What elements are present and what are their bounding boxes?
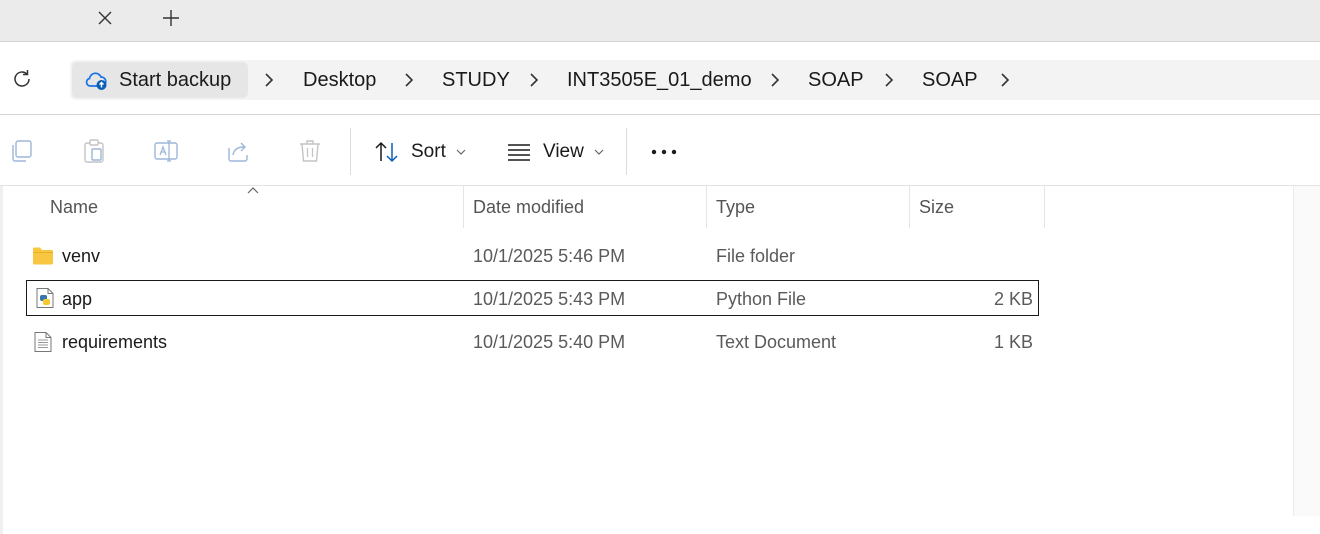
view-label: View	[543, 141, 584, 162]
python-file-icon	[36, 288, 54, 308]
file-size: 2 KB	[993, 288, 1033, 309]
start-backup-label: Start backup	[119, 68, 232, 91]
file-type: File folder	[716, 245, 796, 266]
breadcrumb-soap-1[interactable]: SOAP	[808, 60, 864, 100]
file-date: 10/1/2025 5:43 PM	[473, 288, 626, 309]
paste-icon[interactable]	[81, 138, 107, 164]
breadcrumb[interactable]: Start backup Desktop STUDY INT3505E_01_d…	[70, 60, 1320, 100]
chevron-right-icon[interactable]	[768, 72, 782, 88]
column-header-type[interactable]: Type	[716, 186, 755, 228]
file-size: 1 KB	[993, 331, 1033, 352]
file-type: Python File	[716, 288, 807, 309]
file-name: app	[62, 288, 93, 309]
chevron-right-icon[interactable]	[402, 72, 416, 88]
rename-icon[interactable]	[153, 138, 179, 164]
address-bar-row: Start backup Desktop STUDY INT3505E_01_d…	[0, 42, 1320, 115]
pane-left-edge	[0, 186, 3, 534]
sort-icon	[375, 141, 398, 163]
text-file-icon	[34, 332, 52, 352]
command-bar: Sort View	[0, 116, 1320, 186]
sort-ascending-icon	[247, 187, 259, 194]
chevron-right-icon[interactable]	[882, 72, 896, 88]
close-icon[interactable]	[92, 4, 118, 32]
file-date: 10/1/2025 5:46 PM	[473, 245, 626, 266]
file-row-venv[interactable]: venv 10/1/2025 5:46 PM File folder	[26, 238, 1039, 274]
file-date: 10/1/2025 5:40 PM	[473, 331, 626, 352]
tab-strip	[0, 0, 1320, 42]
chevron-down-icon	[456, 149, 466, 155]
sort-button[interactable]: Sort	[374, 136, 466, 168]
file-row-requirements[interactable]: requirements 10/1/2025 5:40 PM Text Docu…	[26, 324, 1039, 360]
column-header-row: Name Date modified Type Size	[0, 186, 1045, 228]
view-button[interactable]: View	[506, 136, 604, 168]
toolbar-separator	[626, 128, 627, 175]
breadcrumb-study[interactable]: STUDY	[442, 60, 510, 100]
view-icon	[508, 144, 530, 161]
file-type: Text Document	[716, 331, 837, 352]
file-list-pane: Name Date modified Type Size venv 10/1/2…	[0, 186, 1320, 534]
breadcrumb-desktop[interactable]: Desktop	[303, 60, 376, 100]
column-divider[interactable]	[909, 186, 910, 228]
column-header-date[interactable]: Date modified	[473, 186, 584, 228]
file-name: requirements	[62, 331, 168, 352]
column-header-size[interactable]: Size	[919, 186, 954, 228]
column-divider[interactable]	[706, 186, 707, 228]
column-divider[interactable]	[463, 186, 464, 228]
chevron-right-icon[interactable]	[527, 72, 541, 88]
column-header-name[interactable]: Name	[50, 186, 98, 228]
plus-icon[interactable]	[158, 4, 184, 32]
refresh-icon[interactable]	[8, 62, 36, 96]
chevron-right-icon[interactable]	[998, 72, 1012, 88]
breadcrumb-soap-2[interactable]: SOAP	[922, 60, 978, 100]
share-icon[interactable]	[225, 138, 251, 164]
delete-icon[interactable]	[297, 138, 323, 164]
vertical-scrollbar[interactable]	[1293, 186, 1320, 516]
file-name: venv	[62, 245, 101, 266]
folder-icon	[33, 247, 53, 265]
chevron-down-icon	[594, 149, 604, 155]
file-row-app[interactable]: app 10/1/2025 5:43 PM Python File 2 KB	[26, 280, 1039, 316]
chevron-right-icon[interactable]	[262, 72, 276, 88]
copy-icon[interactable]	[9, 138, 35, 164]
start-backup-button[interactable]: Start backup	[72, 62, 248, 98]
cloud-backup-icon	[85, 72, 107, 90]
more-icon[interactable]	[650, 141, 678, 161]
column-divider[interactable]	[1044, 186, 1045, 228]
breadcrumb-project[interactable]: INT3505E_01_demo	[567, 60, 752, 100]
sort-label: Sort	[411, 141, 446, 162]
toolbar-separator	[350, 128, 351, 175]
